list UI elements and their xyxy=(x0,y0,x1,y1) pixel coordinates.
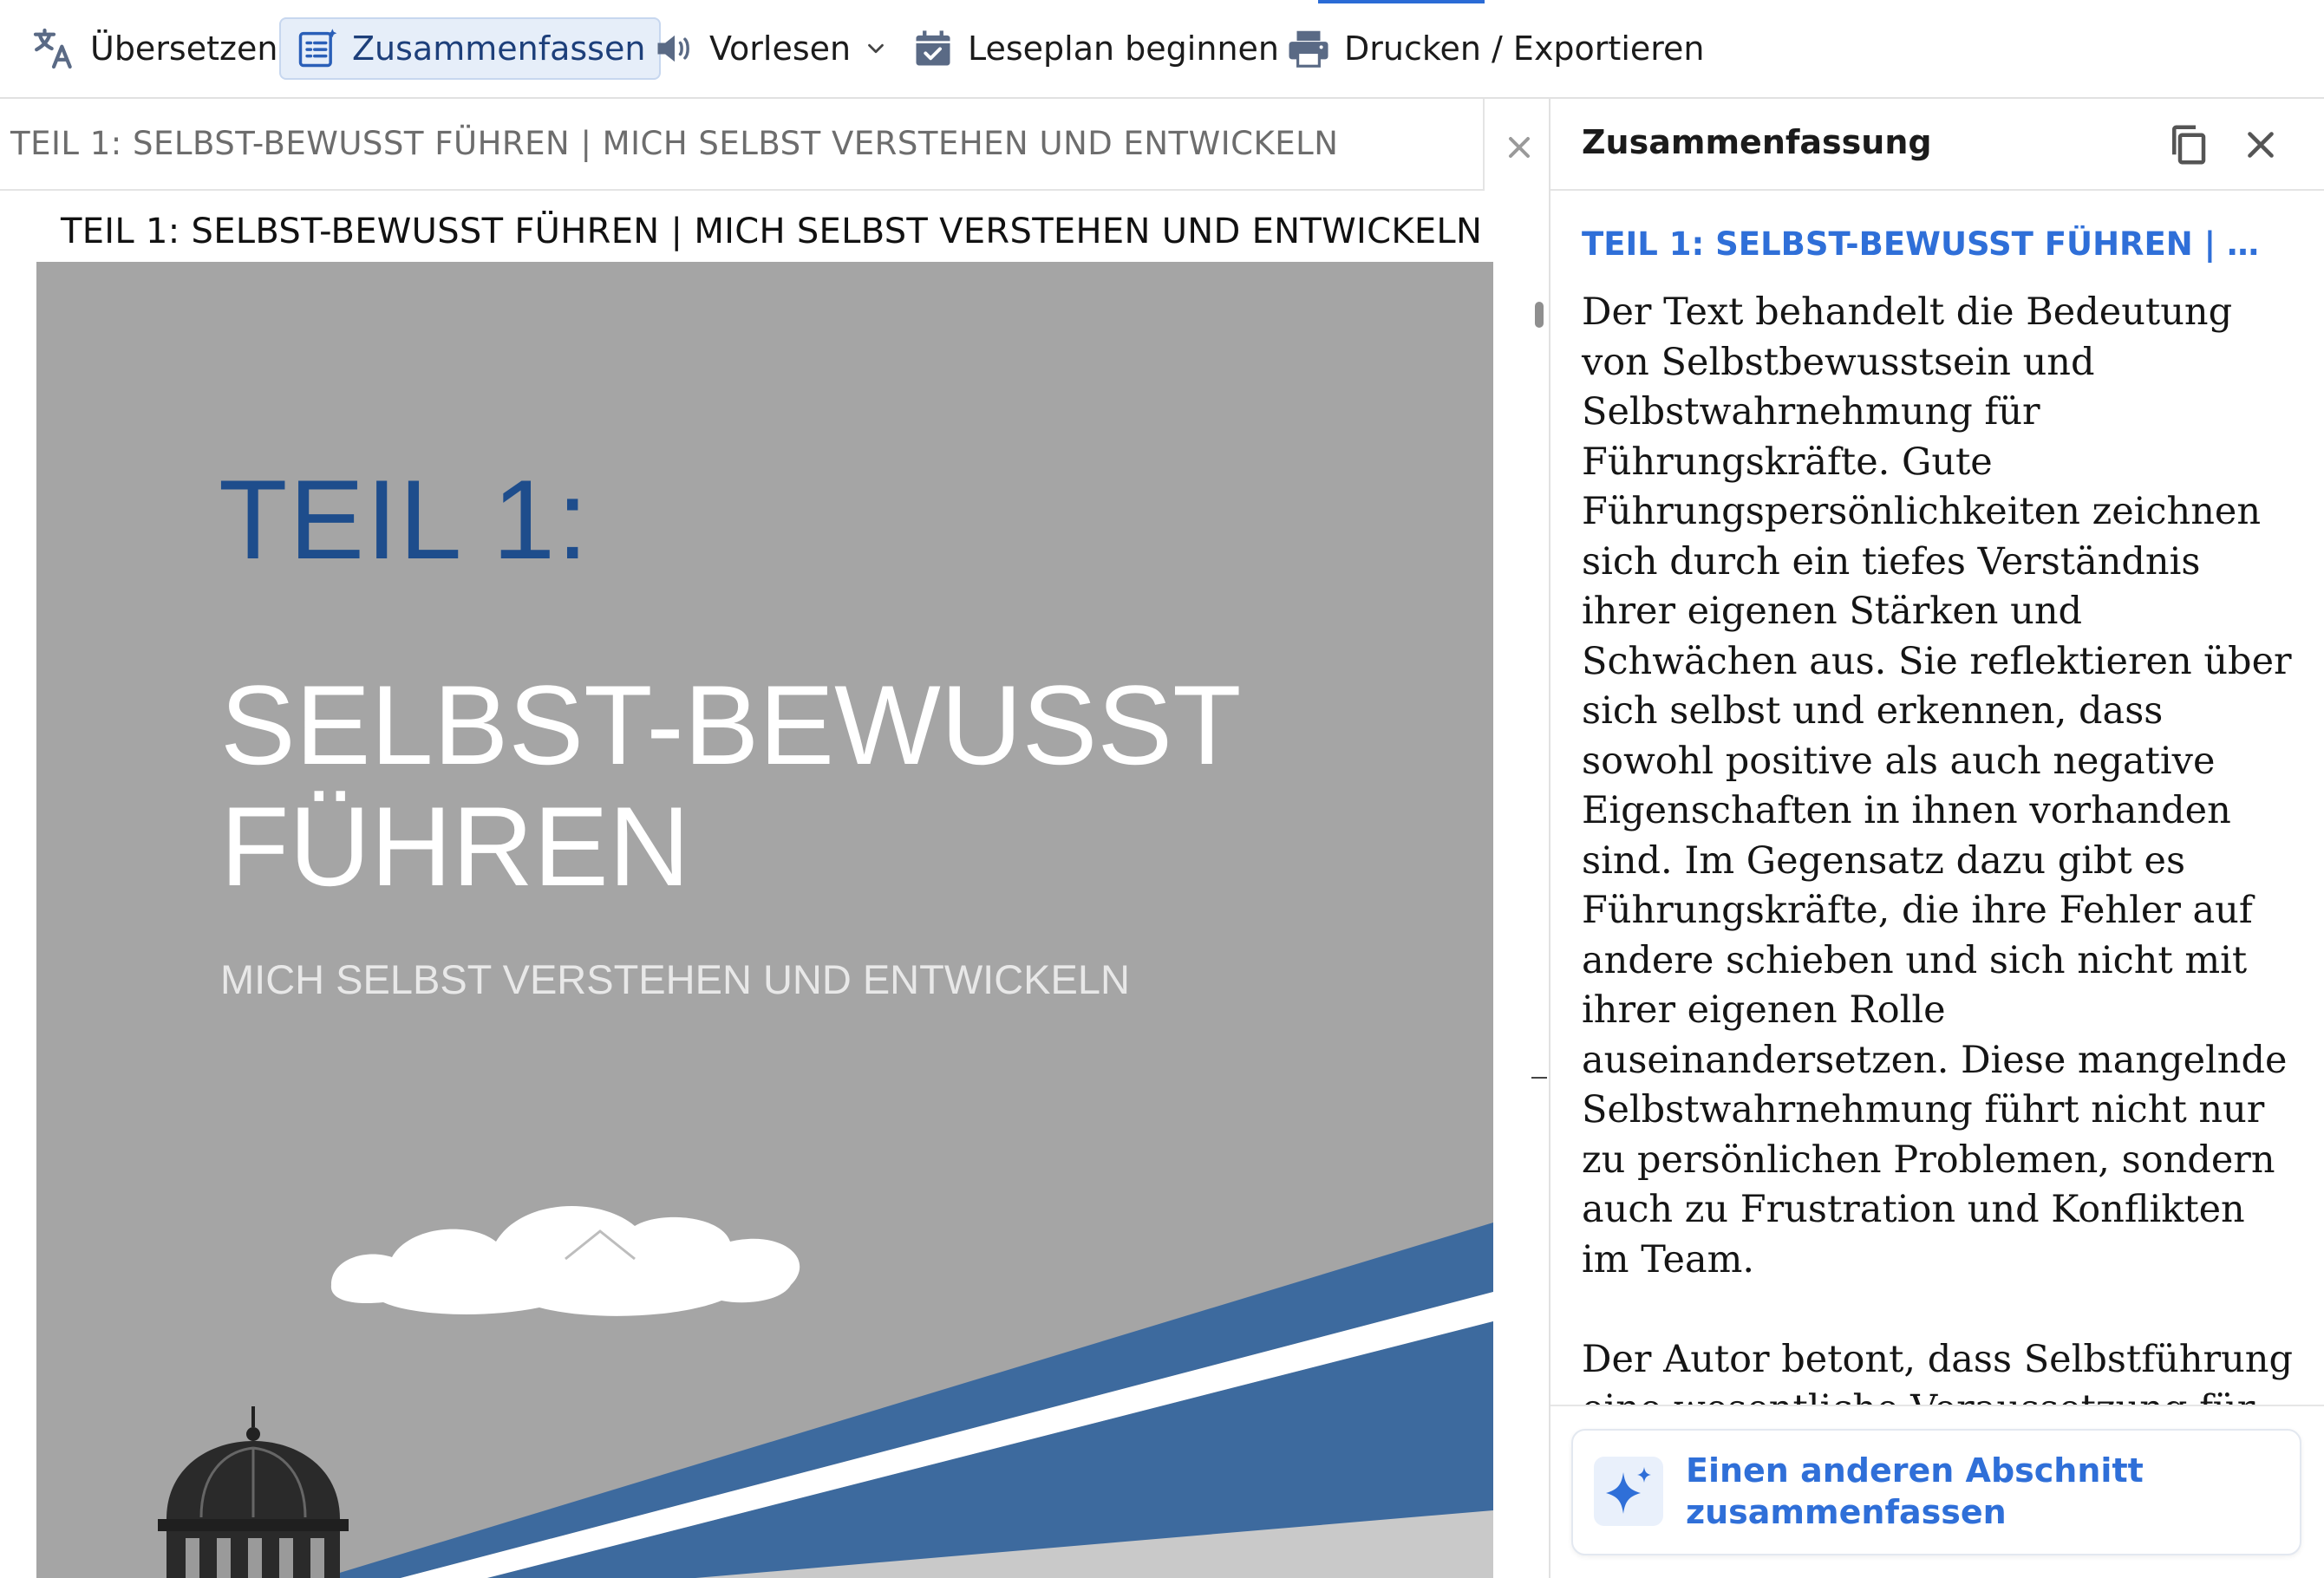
summarize-other-section-label: Einen anderen Abschnitt zusammenfassen xyxy=(1686,1451,2144,1531)
reading-plan-label: Leseplan beginnen xyxy=(968,29,1279,68)
printer-icon xyxy=(1289,30,1328,68)
reader-header: TEIL 1: SELBST-BEWUSST FÜHREN | MICH SEL… xyxy=(0,99,1485,191)
print-export-button[interactable]: Drucken / Exportieren xyxy=(1271,17,1719,80)
translate-label: Übersetzen xyxy=(90,29,278,68)
summary-title: Zusammenfassung xyxy=(1582,123,1932,161)
toolbar: Übersetzen Zusammenfassen Vorlesen Lesep… xyxy=(0,0,2324,99)
close-icon[interactable] xyxy=(2239,123,2282,166)
cover-subtitle: MICH SELBST VERSTEHEN UND ENTWICKELN xyxy=(220,956,1130,1002)
summarize-label: Zusammenfassen xyxy=(352,29,646,68)
chevron-down-icon[interactable] xyxy=(863,36,889,62)
copy-icon[interactable] xyxy=(2164,121,2211,168)
cover-main-title: SELBST-BEWUSST FÜHREN xyxy=(220,662,1242,910)
read-aloud-label: Vorlesen xyxy=(709,29,852,68)
summary-header: Zusammenfassung xyxy=(1550,99,2324,191)
reading-plan-button[interactable]: Leseplan beginnen xyxy=(897,17,1293,80)
active-indicator xyxy=(1318,0,1485,3)
page-caption: TEIL 1: SELBST-BEWUSST FÜHREN | MICH SEL… xyxy=(61,212,1483,251)
sparkle-icon-box xyxy=(1594,1457,1663,1526)
print-export-label: Drucken / Exportieren xyxy=(1344,29,1705,68)
book-cover-image: TEIL 1: SELBST-BEWUSST FÜHREN MICH SELBS… xyxy=(36,262,1493,1578)
summarize-button[interactable]: Zusammenfassen xyxy=(279,17,662,80)
header-divider xyxy=(1483,99,1485,191)
scroll-marker xyxy=(1531,1077,1547,1079)
scrollbar-thumb[interactable] xyxy=(1535,302,1544,328)
sparkle-icon xyxy=(1606,1467,1651,1514)
summary-section-heading[interactable]: TEIL 1: SELBST-BEWUSST FÜHREN | MICH SEL… xyxy=(1582,225,2267,263)
close-icon[interactable] xyxy=(1502,130,1537,165)
summary-paragraph: Der Autor betont, dass Selbstführung ein… xyxy=(1582,1337,2294,1405)
read-aloud-button[interactable]: Vorlesen xyxy=(638,17,903,80)
translate-button[interactable]: Übersetzen xyxy=(16,17,291,80)
reader-title: TEIL 1: SELBST-BEWUSST FÜHREN | MICH SEL… xyxy=(10,125,1339,162)
translate-icon xyxy=(33,28,72,69)
cover-part-label: TEIL 1: xyxy=(219,456,591,583)
summarize-other-section-button[interactable]: Einen anderen Abschnitt zusammenfassen xyxy=(1571,1429,2301,1555)
speaker-icon xyxy=(657,35,689,62)
summarize-icon xyxy=(298,29,337,68)
calendar-check-icon xyxy=(916,30,950,66)
summary-body: Der Text behandelt die Bedeutung von Sel… xyxy=(1550,288,2324,1405)
summary-footer-divider xyxy=(1550,1405,2324,1406)
summary-paragraph: Der Text behandelt die Bedeutung von Sel… xyxy=(1582,290,2292,1281)
